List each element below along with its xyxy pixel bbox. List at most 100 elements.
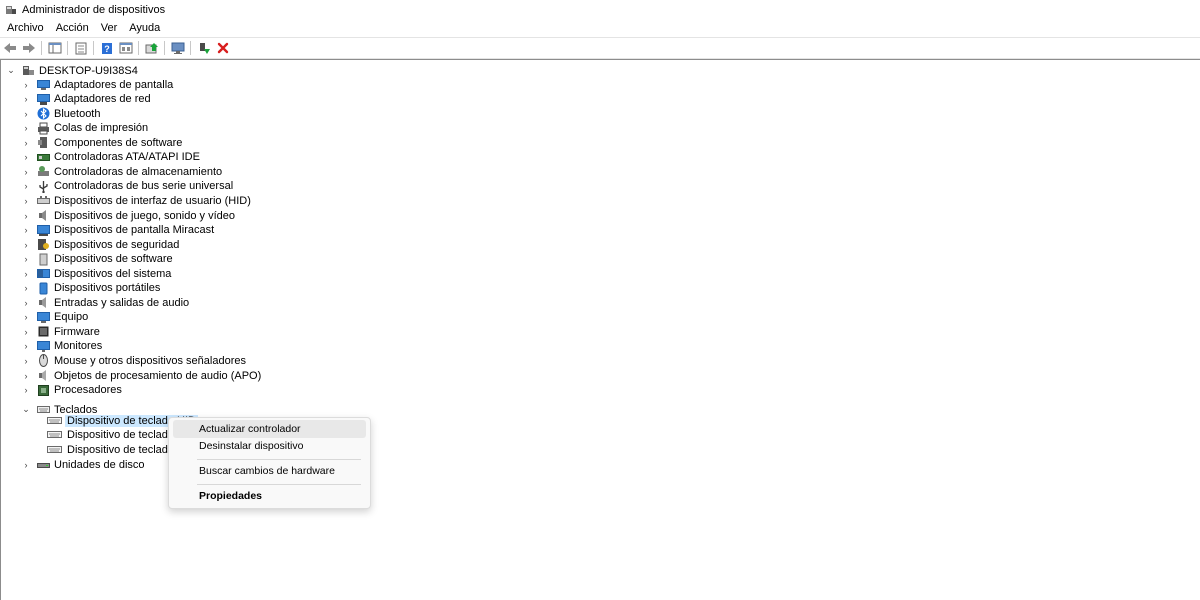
tree-node-category[interactable]: › Objetos de procesamiento de audio (APO) <box>21 368 262 383</box>
category-label: Controladoras ATA/ATAPI IDE <box>54 151 200 164</box>
chevron-right-icon[interactable]: › <box>21 211 31 221</box>
chevron-right-icon[interactable]: › <box>21 109 31 119</box>
tree-node-category[interactable]: › Adaptadores de red <box>21 92 151 107</box>
keyboard-icon <box>47 414 62 427</box>
device-tree: ⌄ DESKTOP-U9I38S4 › Adaptadores de pantal… <box>0 59 1200 600</box>
title-bar: Administrador de dispositivos <box>0 0 1200 19</box>
enable-device-button[interactable] <box>195 40 213 56</box>
tree-child-keyboard-hid-3[interactable]: Dispositivo de teclado H <box>47 442 185 457</box>
chevron-right-icon[interactable]: › <box>21 240 31 250</box>
properties-button[interactable] <box>72 40 90 56</box>
menu-ver[interactable]: Ver <box>94 22 123 34</box>
tree-node-category[interactable]: › Mouse y otros dispositivos señaladores <box>21 353 246 368</box>
tree-root[interactable]: ⌄ DESKTOP-U9I38S4 <box>6 63 138 78</box>
help-button[interactable]: ? <box>98 40 116 56</box>
keyboard-device-label: Dispositivo de teclado H <box>67 443 186 456</box>
tree-node-category[interactable]: › Controladoras ATA/ATAPI IDE <box>21 150 200 165</box>
chevron-right-icon[interactable]: › <box>21 181 31 191</box>
properties-icon <box>75 42 87 54</box>
computer-icon <box>22 64 35 77</box>
menu-item-uninstall-device[interactable]: Desinstalar dispositivo <box>173 437 366 455</box>
menu-item-update-driver[interactable]: Actualizar controlador <box>173 420 366 438</box>
chevron-right-icon[interactable]: › <box>21 138 31 148</box>
chevron-right-icon[interactable]: › <box>21 385 31 395</box>
view-button[interactable] <box>117 40 135 56</box>
category-label: Adaptadores de red <box>54 93 151 106</box>
tree-node-category[interactable]: › Dispositivos de pantalla Miracast <box>21 223 215 238</box>
tree-node-category[interactable]: › Monitores <box>21 339 103 354</box>
chevron-right-icon[interactable]: › <box>21 123 31 133</box>
tree-node-category[interactable]: › Dispositivos del sistema <box>21 266 172 281</box>
tree-node-category[interactable]: › Controladoras de almacenamiento <box>21 164 223 179</box>
uninstall-icon <box>217 42 229 54</box>
category-label: Dispositivos de software <box>54 253 173 266</box>
tree-node-category[interactable]: › Dispositivos de seguridad <box>21 237 180 252</box>
category-label: Procesadores <box>54 384 122 397</box>
chevron-right-icon[interactable]: › <box>21 341 31 351</box>
enable-device-icon <box>200 42 210 54</box>
chevron-right-icon[interactable]: › <box>21 371 31 381</box>
chevron-right-icon[interactable]: › <box>21 94 31 104</box>
tree-node-category[interactable]: › Firmware <box>21 324 100 339</box>
tree-node-category[interactable]: › Controladoras de bus serie universal <box>21 179 233 194</box>
root-label: DESKTOP-U9I38S4 <box>39 64 138 77</box>
chevron-right-icon[interactable]: › <box>21 269 31 279</box>
tree-node-category[interactable]: › Dispositivos de interfaz de usuario (HI… <box>21 193 251 208</box>
update-driver-button[interactable] <box>143 40 161 56</box>
chevron-right-icon[interactable]: › <box>21 254 31 264</box>
chevron-right-icon[interactable]: › <box>21 152 31 162</box>
tree-node-category[interactable]: › Equipo <box>21 310 89 325</box>
processor-icon <box>37 384 50 397</box>
tree-node-category[interactable]: › Adaptadores de pantalla <box>21 77 174 92</box>
scan-hardware-button[interactable] <box>169 40 187 56</box>
chevron-right-icon[interactable]: › <box>21 298 31 308</box>
category-label: Equipo <box>54 311 89 324</box>
disk-drive-icon <box>37 458 50 471</box>
show-hide-tree-button[interactable] <box>46 40 64 56</box>
category-label: Dispositivos de seguridad <box>54 238 180 251</box>
chevron-down-icon[interactable]: ⌄ <box>6 65 16 76</box>
display-adapter-icon <box>37 78 50 91</box>
chevron-right-icon[interactable]: › <box>21 312 31 322</box>
toolbar-separator <box>138 41 139 55</box>
toolbar: ? <box>0 37 1200 59</box>
category-label: Bluetooth <box>54 107 101 120</box>
chevron-right-icon[interactable]: › <box>21 356 31 366</box>
software-device-icon <box>37 253 50 266</box>
tree-node-category[interactable]: › Componentes de software <box>21 135 183 150</box>
tree-node-category[interactable]: › Bluetooth <box>21 106 100 121</box>
chevron-right-icon[interactable]: › <box>21 327 31 337</box>
chevron-down-icon[interactable]: ⌄ <box>21 404 31 415</box>
tree-child-keyboard-hid-2[interactable]: Dispositivo de teclado H <box>47 427 185 442</box>
tree-node-category[interactable]: › Dispositivos de juego, sonido y vídeo <box>21 208 236 223</box>
chevron-right-icon[interactable]: › <box>21 283 31 293</box>
menu-item-properties[interactable]: Propiedades <box>173 487 366 505</box>
chevron-right-icon[interactable]: › <box>21 80 31 90</box>
tree-node-unidades-de-disco[interactable]: › Unidades de disco <box>21 457 145 472</box>
chevron-right-icon[interactable]: › <box>21 225 31 235</box>
menu-archivo[interactable]: Archivo <box>0 22 49 34</box>
tree-node-category[interactable]: › Dispositivos de software <box>21 252 173 267</box>
help-icon: ? <box>102 42 112 54</box>
update-driver-icon <box>145 42 158 53</box>
menu-accion[interactable]: Acción <box>49 22 94 34</box>
tree-node-category[interactable]: › Dispositivos portátiles <box>21 281 160 296</box>
category-label: Dispositivos de juego, sonido y vídeo <box>54 209 235 222</box>
tree-node-category[interactable]: › Procesadores <box>21 383 122 398</box>
uninstall-button[interactable] <box>214 40 232 56</box>
tree-node-category[interactable]: › Colas de impresión <box>21 121 148 136</box>
forward-button[interactable] <box>20 40 38 56</box>
back-button[interactable] <box>1 40 19 56</box>
tree-node-category[interactable]: › Entradas y salidas de audio <box>21 295 190 310</box>
keyboard-device-label: Dispositivo de teclado H <box>67 428 186 441</box>
chevron-right-icon[interactable]: › <box>21 196 31 206</box>
toolbar-separator <box>67 41 68 55</box>
category-label: Controladoras de almacenamiento <box>54 165 223 178</box>
view-icon <box>119 42 133 54</box>
chevron-right-icon[interactable]: › <box>21 167 31 177</box>
menu-item-scan-hardware[interactable]: Buscar cambios de hardware <box>173 462 366 480</box>
menu-item-label: Actualizar controlador <box>199 423 301 435</box>
category-label: Objetos de procesamiento de audio (APO) <box>54 369 262 382</box>
menu-ayuda[interactable]: Ayuda <box>122 22 165 34</box>
chevron-right-icon[interactable]: › <box>21 460 31 470</box>
